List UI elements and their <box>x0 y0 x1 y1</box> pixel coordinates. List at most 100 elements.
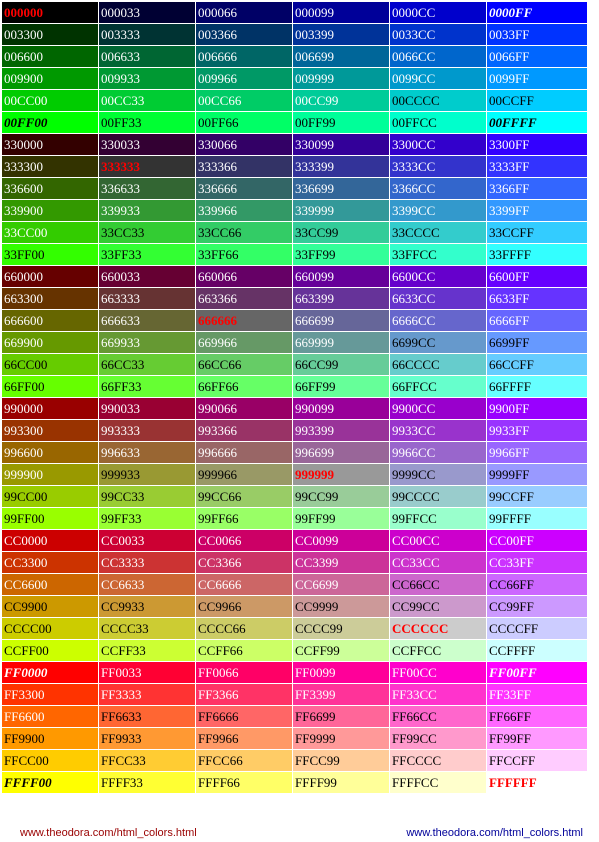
color-swatch-cell: FF6666 <box>195 705 293 728</box>
color-swatch-cell: FFCC99 <box>292 749 390 772</box>
color-swatch-cell: 33FF00 <box>1 243 99 266</box>
color-swatch-cell: 66FF00 <box>1 375 99 398</box>
color-swatch-cell: 336699 <box>292 177 390 200</box>
color-row: 000000 000033 000066 000099 0000CC 0000FF <box>1 1 588 24</box>
color-row: 333300 333333 333366 333399 3333CC 3333FF <box>1 155 588 178</box>
color-swatch-cell: 66CC99 <box>292 353 390 376</box>
footer-link-left[interactable]: www.theodora.com/html_colors.html <box>20 826 197 840</box>
color-swatch-cell: 990066 <box>195 397 293 420</box>
color-swatch-cell: 66FFFF <box>486 375 588 398</box>
color-swatch-cell: 336600 <box>1 177 99 200</box>
color-swatch-cell: FF3399 <box>292 683 390 706</box>
color-swatch-cell: 3300CC <box>389 133 487 156</box>
color-swatch-cell: CC99CC <box>389 595 487 618</box>
color-swatch-cell: FF9900 <box>1 727 99 750</box>
color-swatch-cell: 3399CC <box>389 199 487 222</box>
color-swatch-cell: CC0099 <box>292 529 390 552</box>
color-row: 66FF00 66FF33 66FF66 66FF99 66FFCC 66FFFF <box>1 375 588 398</box>
color-swatch-cell: 336666 <box>195 177 293 200</box>
color-row: 330000 330033 330066 330099 3300CC 3300FF <box>1 133 588 156</box>
color-swatch-cell: CC9966 <box>195 595 293 618</box>
color-swatch-cell: 006666 <box>195 45 293 68</box>
color-swatch-cell: 33CC66 <box>195 221 293 244</box>
color-swatch-cell: 3366FF <box>486 177 588 200</box>
color-row: CCFF00 CCFF33 CCFF66 CCFF99 CCFFCC CCFFFF <box>1 639 588 662</box>
color-swatch-cell: 993366 <box>195 419 293 442</box>
color-swatch-cell: 336633 <box>98 177 196 200</box>
color-swatch-cell: 000099 <box>292 1 390 24</box>
color-swatch-cell: 990000 <box>1 397 99 420</box>
color-swatch-cell: CC0033 <box>98 529 196 552</box>
color-swatch-cell: 669999 <box>292 331 390 354</box>
color-swatch-cell: 009933 <box>98 67 196 90</box>
color-swatch-cell: FFCC33 <box>98 749 196 772</box>
color-swatch-cell: 996633 <box>98 441 196 464</box>
color-swatch-cell: 66FF33 <box>98 375 196 398</box>
color-swatch-cell: 66CC66 <box>195 353 293 376</box>
color-swatch-cell: 330000 <box>1 133 99 156</box>
color-swatch-cell: 009966 <box>195 67 293 90</box>
color-row: 99FF00 99FF33 99FF66 99FF99 99FFCC 99FFFF <box>1 507 588 530</box>
color-swatch-cell: CC9999 <box>292 595 390 618</box>
color-swatch-cell: 6600FF <box>486 265 588 288</box>
color-swatch-cell: 333333 <box>98 155 196 178</box>
color-swatch-cell: FF66FF <box>486 705 588 728</box>
color-swatch-cell: 99CCFF <box>486 485 588 508</box>
color-swatch-cell: 6633CC <box>389 287 487 310</box>
color-swatch-cell: CCFFFF <box>486 639 588 662</box>
color-row: 339900 339933 339966 339999 3399CC 3399FF <box>1 199 588 222</box>
color-swatch-cell: 666699 <box>292 309 390 332</box>
color-swatch-cell: 6633FF <box>486 287 588 310</box>
color-row: FF9900 FF9933 FF9966 FF9999 FF99CC FF99FF <box>1 727 588 750</box>
color-swatch-cell: FFFF33 <box>98 771 196 794</box>
color-swatch-cell: 669933 <box>98 331 196 354</box>
color-row: CC6600 CC6633 CC6666 CC6699 CC66CC CC66FF <box>1 573 588 596</box>
color-row: 993300 993333 993366 993399 9933CC 9933FF <box>1 419 588 442</box>
color-swatch-cell: CC33CC <box>389 551 487 574</box>
color-swatch-cell: 33CCFF <box>486 221 588 244</box>
color-swatch-cell: 9900CC <box>389 397 487 420</box>
color-swatch-cell: 99FFCC <box>389 507 487 530</box>
color-swatch-cell: 660000 <box>1 265 99 288</box>
color-swatch-cell: CCFF33 <box>98 639 196 662</box>
color-swatch-cell: 9966FF <box>486 441 588 464</box>
color-swatch-cell: 330066 <box>195 133 293 156</box>
color-row: FF0000 FF0033 FF0066 FF0099 FF00CC FF00FF <box>1 661 588 684</box>
color-swatch-cell: 00FFFF <box>486 111 588 134</box>
color-swatch-cell: 996699 <box>292 441 390 464</box>
color-swatch-cell: FFCC00 <box>1 749 99 772</box>
color-swatch-cell: FF99CC <box>389 727 487 750</box>
color-swatch-cell: FF0066 <box>195 661 293 684</box>
color-swatch-cell: 993300 <box>1 419 99 442</box>
color-swatch-cell: 99FF00 <box>1 507 99 530</box>
color-row: CC0000 CC0033 CC0066 CC0099 CC00CC CC00FF <box>1 529 588 552</box>
color-swatch-cell: 3333CC <box>389 155 487 178</box>
color-swatch-cell: 339966 <box>195 199 293 222</box>
color-swatch-cell: CCCC66 <box>195 617 293 640</box>
color-swatch-cell: FF3366 <box>195 683 293 706</box>
color-swatch-cell: 66FFCC <box>389 375 487 398</box>
color-swatch-cell: FFCCCC <box>389 749 487 772</box>
color-row: FF6600 FF6633 FF6666 FF6699 FF66CC FF66FF <box>1 705 588 728</box>
color-swatch-cell: 6666CC <box>389 309 487 332</box>
color-swatch-cell: 339933 <box>98 199 196 222</box>
color-row: FFFF00 FFFF33 FFFF66 FFFF99 FFFFCC FFFFFF <box>1 771 588 794</box>
color-swatch-cell: 3399FF <box>486 199 588 222</box>
color-swatch-cell: CC6600 <box>1 573 99 596</box>
color-swatch-cell: 99FF66 <box>195 507 293 530</box>
color-swatch-cell: 000033 <box>98 1 196 24</box>
color-swatch-cell: FF6600 <box>1 705 99 728</box>
color-swatch-cell: 330033 <box>98 133 196 156</box>
color-swatch-cell: CC0000 <box>1 529 99 552</box>
color-swatch-cell: 00CCCC <box>389 89 487 112</box>
color-row: 999900 999933 999966 999999 9999CC 9999FF <box>1 463 588 486</box>
color-swatch-cell: 333366 <box>195 155 293 178</box>
color-swatch-cell: 990099 <box>292 397 390 420</box>
color-swatch-cell: FF33FF <box>486 683 588 706</box>
color-swatch-cell: CCCCCC <box>389 617 487 640</box>
color-swatch-cell: 003399 <box>292 23 390 46</box>
footer-link-right[interactable]: www.theodora.com/html_colors.html <box>406 826 583 840</box>
color-swatch-cell: 66CCCC <box>389 353 487 376</box>
color-swatch-cell: 009900 <box>1 67 99 90</box>
color-swatch-cell: 009999 <box>292 67 390 90</box>
